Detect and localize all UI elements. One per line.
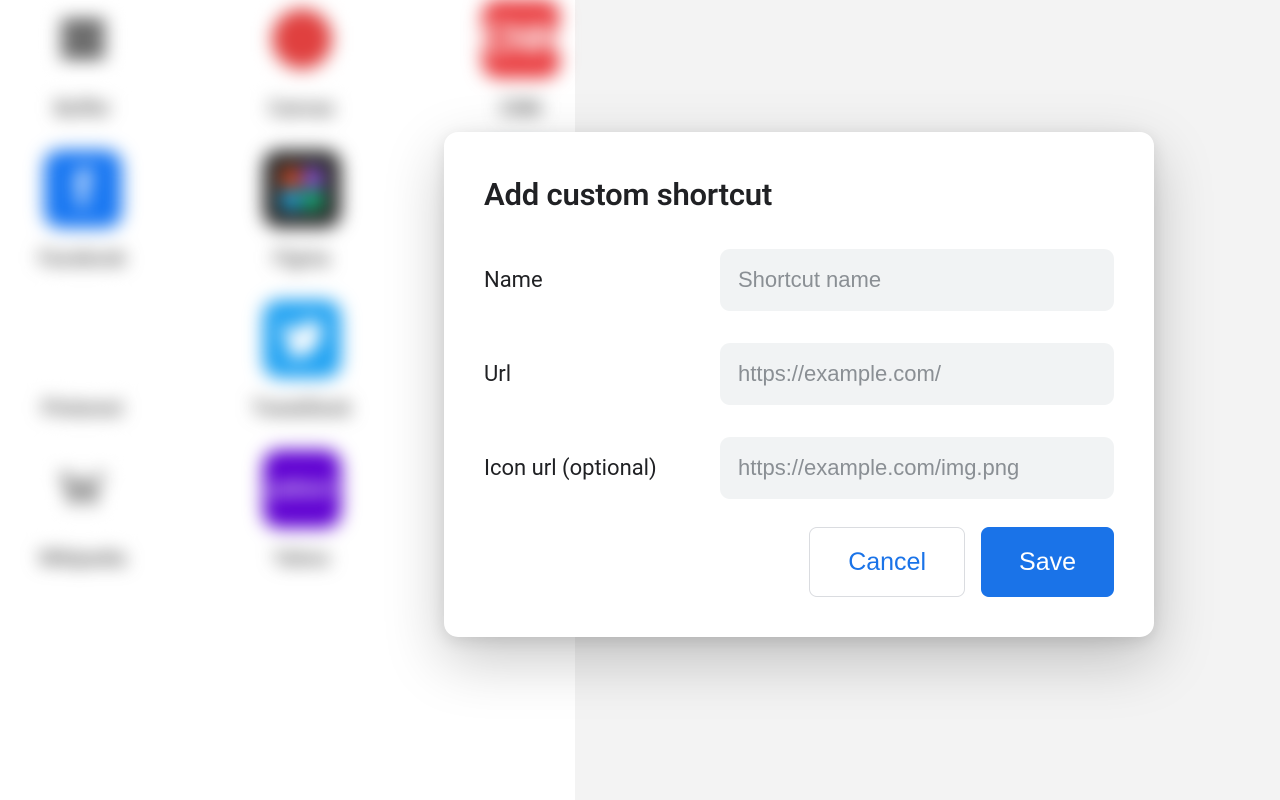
add-shortcut-dialog: Add custom shortcut Name Url Icon url (o… — [444, 132, 1154, 637]
save-button[interactable]: Save — [981, 527, 1114, 597]
dialog-title: Add custom shortcut — [484, 176, 1114, 213]
cancel-button[interactable]: Cancel — [809, 527, 965, 597]
field-url: Url — [484, 343, 1114, 405]
url-label: Url — [484, 362, 720, 387]
name-label: Name — [484, 268, 720, 293]
icon-url-input[interactable] — [720, 437, 1114, 499]
url-input[interactable] — [720, 343, 1114, 405]
icon-url-label: Icon url (optional) — [484, 456, 720, 481]
name-input[interactable] — [720, 249, 1114, 311]
dialog-actions: Cancel Save — [484, 527, 1114, 597]
field-icon-url: Icon url (optional) — [484, 437, 1114, 499]
field-name: Name — [484, 249, 1114, 311]
